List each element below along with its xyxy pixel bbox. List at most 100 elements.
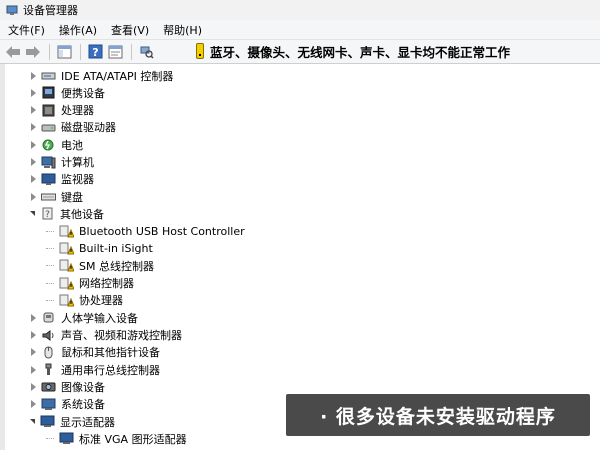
scan-hardware-icon[interactable] (137, 43, 155, 61)
tree-child-item[interactable]: SM 总线控制器 (46, 257, 154, 274)
tree-category-item[interactable]: 声音、视频和游戏控制器 (29, 327, 182, 344)
expand-arrow-icon[interactable] (31, 175, 36, 184)
tree-connector-line (46, 299, 54, 301)
collapse-arrow-icon[interactable] (30, 211, 35, 217)
monitor-icon (41, 173, 56, 186)
exclamation-icon (196, 43, 204, 59)
expand-arrow-icon[interactable] (31, 88, 36, 97)
caption-text: · 很多设备未安装驱动程序 (320, 405, 556, 428)
expand-arrow-icon[interactable] (31, 348, 36, 357)
portable-device-icon (41, 86, 56, 99)
expand-arrow-icon[interactable] (31, 382, 36, 391)
tree-category-item[interactable]: 磁盘驱动器 (29, 119, 116, 136)
expand-arrow-icon[interactable] (31, 365, 36, 374)
device-manager-icon (6, 4, 18, 16)
tree-category-item[interactable]: 键盘 (29, 188, 83, 205)
tree-category-item[interactable]: 通用串行总线控制器 (29, 361, 160, 378)
warning-notice: 蓝牙、摄像头、无线网卡、声卡、显卡均不能正常工作 (196, 41, 510, 61)
hid-icon (41, 311, 56, 324)
svg-text:?: ? (45, 210, 50, 220)
notice-text: 蓝牙、摄像头、无线网卡、声卡、显卡均不能正常工作 (210, 44, 511, 60)
unknown-device-warning-icon (59, 225, 75, 238)
tree-connector-line (46, 282, 54, 284)
tree-category-item[interactable]: IDE ATA/ATAPI 控制器 (29, 67, 173, 84)
toolbar-separator (80, 43, 81, 60)
unknown-device-warning-icon (59, 277, 75, 290)
imaging-device-icon (41, 380, 56, 393)
vga-adapter-icon (59, 432, 74, 445)
tree-child-item[interactable]: Built-in iSight (46, 240, 153, 257)
properties-icon[interactable] (106, 43, 124, 61)
usb-icon (41, 363, 56, 376)
tree-category-item[interactable]: 系统设备 (29, 396, 105, 413)
unknown-device-warning-icon (59, 294, 75, 307)
mouse-icon (41, 346, 56, 359)
tree-item-label: 图像设备 (61, 380, 105, 394)
menu-help[interactable]: 帮助(H) (163, 22, 202, 38)
tree-connector-line (46, 248, 54, 249)
tree-item-label: Built-in iSight (79, 242, 153, 255)
tree-child-item[interactable]: Bluetooth USB Host Controller (46, 223, 245, 240)
tree-connector-line (46, 265, 54, 267)
device-tree: IDE ATA/ATAPI 控制器 便携设备处理器磁盘驱动器电池计算机监视器键盘?… (0, 64, 600, 450)
ide-controller-icon (41, 69, 56, 82)
forward-icon[interactable] (24, 43, 42, 61)
expand-arrow-icon[interactable] (31, 106, 36, 115)
menu-file[interactable]: 文件(F) (8, 22, 45, 38)
tree-item-label: Bluetooth USB Host Controller (79, 224, 245, 238)
tree-category-item[interactable]: 鼠标和其他指针设备 (29, 344, 160, 361)
tree-category-item[interactable]: 人体学输入设备 (29, 309, 138, 326)
svg-text:?: ? (92, 46, 98, 59)
unknown-device-warning-icon (59, 259, 75, 272)
expand-arrow-icon[interactable] (31, 158, 36, 166)
expand-arrow-icon[interactable] (31, 313, 36, 322)
menu-action[interactable]: 操作(A) (59, 22, 97, 38)
unknown-device-warning-icon (59, 242, 75, 255)
menu-view[interactable]: 查看(V) (111, 22, 149, 38)
expand-arrow-icon[interactable] (31, 140, 36, 149)
tree-category-item[interactable]: 监视器 (29, 171, 94, 188)
caption-banner: · 很多设备未安装驱动程序 (286, 394, 590, 436)
processor-icon (41, 104, 56, 117)
show-hide-console-tree-icon[interactable] (55, 43, 73, 61)
tree-item-label: 通用串行总线控制器 (61, 363, 160, 377)
tree-item-label: 键盘 (61, 190, 83, 204)
tree-child-item[interactable]: 协处理器 (46, 292, 123, 309)
tree-item-label: 电池 (61, 138, 83, 152)
tree-category-item[interactable]: 显示适配器 (29, 413, 115, 430)
expand-arrow-icon[interactable] (31, 331, 36, 339)
collapse-arrow-icon[interactable] (30, 419, 35, 424)
computer-icon (41, 156, 56, 169)
tree-item-label: 处理器 (61, 104, 94, 118)
other-devices-icon: ? (40, 207, 55, 220)
system-device-icon (41, 398, 56, 411)
back-icon[interactable] (4, 43, 22, 61)
tree-item-label: 鼠标和其他指针设备 (61, 346, 160, 360)
tree-category-item[interactable]: 电池 (29, 136, 83, 153)
expand-arrow-icon[interactable] (31, 400, 36, 409)
expand-arrow-icon[interactable] (31, 71, 36, 80)
toolbar-separator (49, 43, 50, 60)
tree-category-item[interactable]: 图像设备 (29, 378, 105, 395)
tree-child-item[interactable]: 标准 VGA 图形适配器 (46, 430, 187, 447)
tree-item-label: 显示适配器 (60, 415, 115, 429)
help-icon[interactable]: ? (86, 43, 104, 61)
tree-category-item[interactable]: 计算机 (29, 154, 94, 171)
tree-category-item[interactable]: 便携设备 (29, 84, 105, 101)
tree-connector-line (46, 438, 54, 440)
tree-item-label: 协处理器 (79, 294, 123, 308)
tree-item-label: 监视器 (61, 173, 94, 187)
tree-category-item[interactable]: ? 其他设备 (29, 205, 104, 222)
tree-item-label: 人体学输入设备 (61, 311, 138, 325)
expand-arrow-icon[interactable] (31, 123, 36, 132)
tree-category-item[interactable]: 处理器 (29, 102, 94, 119)
expand-arrow-icon[interactable] (31, 192, 36, 201)
tree-item-label: 系统设备 (61, 398, 105, 412)
tree-item-label: 标准 VGA 图形适配器 (79, 432, 187, 446)
tree-item-label: 其他设备 (60, 207, 104, 221)
battery-icon (41, 138, 56, 151)
tree-item-label: 网络控制器 (79, 277, 134, 291)
tree-child-item[interactable]: 网络控制器 (46, 275, 134, 292)
tree-item-label: 磁盘驱动器 (61, 121, 116, 135)
tree-item-label: SM 总线控制器 (79, 259, 154, 273)
